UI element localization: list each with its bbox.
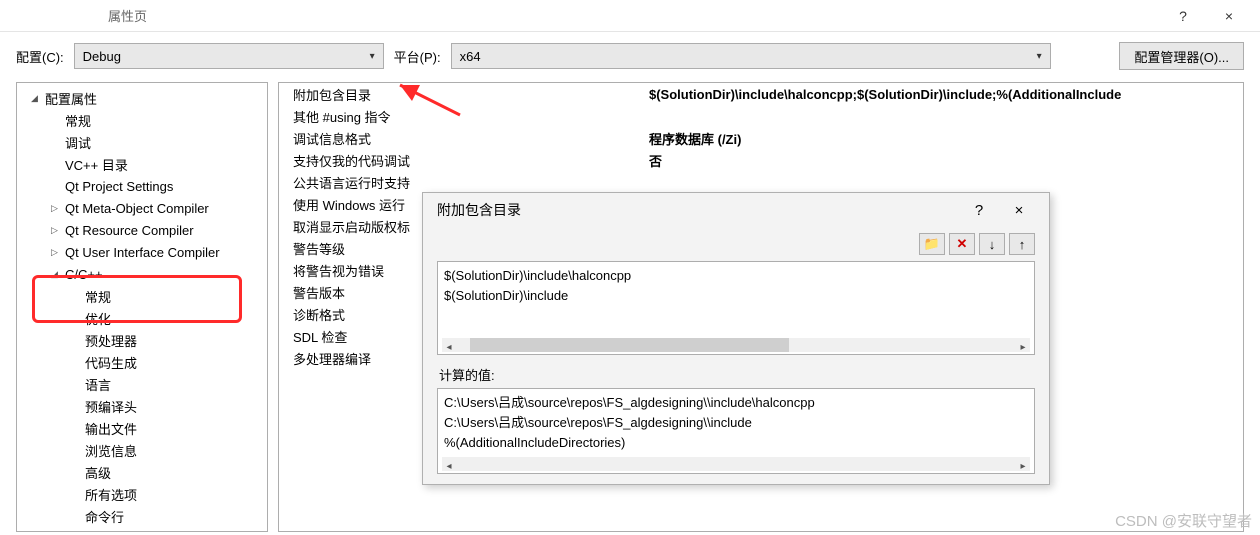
tree-item-label: 调试 [63,133,91,152]
expand-icon: ◢ [51,269,63,280]
tree-item[interactable]: 代码生成 [17,351,267,373]
computed-path-line: C:\Users\吕成\source\repos\FS_algdesigning… [444,393,1028,413]
tree-item-label: 常规 [83,287,111,306]
dialog-toolbar: 📁 ✕ ↓ ↑ [437,233,1035,255]
move-down-icon[interactable]: ↓ [979,233,1005,255]
tree-item[interactable]: 高级 [17,461,267,483]
window-title: 属性页 [108,6,1160,25]
tree-item-label: Qt Project Settings [63,179,173,194]
tree-item-label: 预处理器 [83,331,137,350]
tree-item-label: 常规 [63,111,91,130]
config-value: Debug [83,49,121,64]
tree-item-label: Qt Meta-Object Compiler [63,201,209,216]
property-row[interactable]: 其他 #using 指令 [279,105,1243,127]
tree-root[interactable]: ◢ 配置属性 [17,87,267,109]
horizontal-scrollbar[interactable]: ◂ ▸ [442,338,1030,352]
property-row[interactable]: 公共语言运行时支持 [279,171,1243,193]
property-name: 调试信息格式 [279,129,649,148]
window-help-button[interactable]: ? [1160,0,1206,32]
config-combobox[interactable]: Debug ▾ [74,43,384,69]
tree-item-label: 高级 [83,463,111,482]
expand-icon: ▷ [51,225,63,236]
tree-item-label: 命令行 [83,507,124,526]
tree-item[interactable]: ▷Qt User Interface Compiler [17,241,267,263]
dialog-close-button[interactable]: × [999,202,1039,219]
config-tree[interactable]: ◢ 配置属性 常规调试VC++ 目录Qt Project Settings▷Qt… [16,82,268,532]
include-path-line[interactable]: $(SolutionDir)\include [444,286,1028,306]
property-value: 否 [649,151,1243,170]
scroll-left-icon[interactable]: ◂ [442,338,456,352]
tree-item-label: 所有选项 [83,485,137,504]
platform-combobox[interactable]: x64 ▾ [451,43,1051,69]
tree-item-label: VC++ 目录 [63,155,128,174]
config-manager-button[interactable]: 配置管理器(O)... [1119,42,1244,70]
property-name: 其他 #using 指令 [279,107,649,126]
computed-values-box: C:\Users\吕成\source\repos\FS_algdesigning… [437,388,1035,474]
expand-icon: ▷ [51,203,63,214]
tree-item[interactable]: 所有选项 [17,483,267,505]
tree-item[interactable]: 语言 [17,373,267,395]
move-up-icon[interactable]: ↑ [1009,233,1035,255]
tree-item[interactable]: 优化 [17,307,267,329]
property-name: 附加包含目录 [279,85,649,104]
property-value: 程序数据库 (/Zi) [649,129,1243,148]
tree-item-label: C/C++ [63,267,103,282]
chevron-down-icon: ▾ [1037,51,1042,62]
tree-item[interactable]: 输出文件 [17,417,267,439]
computed-path-line: C:\Users\吕成\source\repos\FS_algdesigning… [444,413,1028,433]
tree-item[interactable]: ◢C/C++ [17,263,267,285]
tree-item-label: Qt User Interface Compiler [63,245,220,260]
platform-value: x64 [460,49,481,64]
tree-item[interactable]: 预处理器 [17,329,267,351]
property-name: 支持仅我的代码调试 [279,151,649,170]
dialog-titlebar: 附加包含目录 ? × [423,193,1049,227]
tree-item-label: 优化 [83,309,111,328]
include-path-line[interactable]: $(SolutionDir)\include\halconcpp [444,266,1028,286]
watermark: CSDN @安联守望者 [1115,510,1252,531]
tree-item[interactable]: 常规 [17,285,267,307]
tree-item-label: 预编译头 [83,397,137,416]
dialog-help-button[interactable]: ? [959,202,999,219]
window-titlebar: 属性页 ? × [0,0,1260,32]
tree-item[interactable]: 调试 [17,131,267,153]
tree-item[interactable]: 浏览信息 [17,439,267,461]
include-paths-editor[interactable]: $(SolutionDir)\include\halconcpp$(Soluti… [437,261,1035,355]
property-value: $(SolutionDir)\include\halconcpp;$(Solut… [649,87,1243,102]
expand-icon: ▷ [51,247,63,258]
delete-icon[interactable]: ✕ [949,233,975,255]
config-toolbar: 配置(C): Debug ▾ 平台(P): x64 ▾ 配置管理器(O)... [0,32,1260,82]
config-label: 配置(C): [16,47,64,66]
new-folder-icon[interactable]: 📁 [919,233,945,255]
property-row[interactable]: 附加包含目录$(SolutionDir)\include\halconcpp;$… [279,83,1243,105]
tree-item[interactable]: ▷Qt Meta-Object Compiler [17,197,267,219]
platform-label: 平台(P): [394,47,441,66]
computed-path-line: %(AdditionalIncludeDirectories) [444,433,1028,453]
horizontal-scrollbar[interactable]: ◂ ▸ [442,457,1030,471]
window-close-button[interactable]: × [1206,0,1252,32]
property-name: 公共语言运行时支持 [279,173,649,192]
property-row[interactable]: 支持仅我的代码调试否 [279,149,1243,171]
computed-values-label: 计算的值: [439,365,1035,384]
tree-item-label: 代码生成 [83,353,137,372]
tree-item[interactable]: Qt Project Settings [17,175,267,197]
scroll-left-icon[interactable]: ◂ [442,457,456,471]
tree-item-label: 输出文件 [83,419,137,438]
tree-item[interactable]: 命令行 [17,505,267,527]
chevron-down-icon: ▾ [370,51,375,62]
tree-item-label: Qt Resource Compiler [63,223,194,238]
tree-item[interactable]: 预编译头 [17,395,267,417]
scroll-right-icon[interactable]: ▸ [1016,338,1030,352]
scroll-right-icon[interactable]: ▸ [1016,457,1030,471]
additional-include-dialog: 附加包含目录 ? × 📁 ✕ ↓ ↑ $(SolutionDir)\includ… [422,192,1050,485]
collapse-icon: ◢ [31,93,43,104]
dialog-title: 附加包含目录 [437,200,959,220]
tree-item-label: 语言 [83,375,111,394]
property-row[interactable]: 调试信息格式程序数据库 (/Zi) [279,127,1243,149]
tree-item[interactable]: ▷Qt Resource Compiler [17,219,267,241]
tree-item[interactable]: VC++ 目录 [17,153,267,175]
tree-item[interactable]: 常规 [17,109,267,131]
tree-item-label: 浏览信息 [83,441,137,460]
